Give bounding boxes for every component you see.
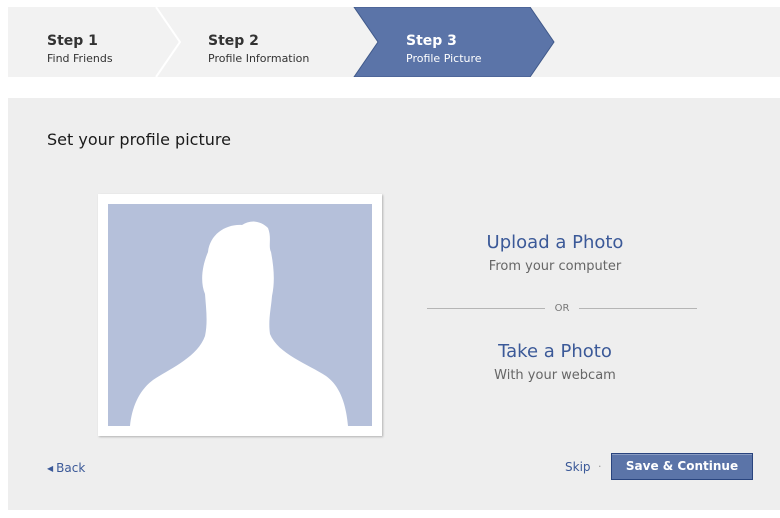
step-number: Step 2 bbox=[208, 33, 259, 49]
step-profile-picture[interactable]: Step 3 Profile Picture bbox=[406, 32, 482, 66]
step-number: Step 3 bbox=[406, 33, 457, 49]
steps-bar-bottom bbox=[8, 77, 780, 98]
separator-dot: · bbox=[598, 460, 602, 473]
profile-photo-frame bbox=[98, 194, 382, 436]
take-photo-link[interactable]: Take a Photo bbox=[415, 341, 695, 362]
upload-photo-link[interactable]: Upload a Photo bbox=[415, 232, 695, 253]
avatar-silhouette-icon bbox=[108, 204, 372, 426]
step-profile-information[interactable]: Step 2 Profile Information bbox=[208, 32, 309, 66]
or-divider: OR bbox=[427, 301, 697, 317]
step-label: Profile Picture bbox=[406, 52, 482, 65]
or-label: OR bbox=[554, 303, 570, 314]
step-label: Find Friends bbox=[47, 52, 113, 65]
step-find-friends[interactable]: Step 1 Find Friends bbox=[47, 32, 113, 66]
steps-arrows bbox=[155, 7, 555, 78]
step-number: Step 1 bbox=[47, 33, 98, 49]
back-label: Back bbox=[56, 461, 86, 475]
save-continue-button[interactable]: Save & Continue bbox=[611, 453, 753, 480]
left-triangle-icon: ◀ bbox=[47, 464, 54, 473]
back-link[interactable]: ◀ Back bbox=[47, 461, 85, 475]
skip-link[interactable]: Skip bbox=[565, 460, 591, 474]
page-title: Set your profile picture bbox=[47, 130, 231, 149]
step-label: Profile Information bbox=[208, 52, 310, 65]
upload-photo-subtitle: From your computer bbox=[488, 259, 622, 274]
take-photo-subtitle: With your webcam bbox=[494, 368, 616, 383]
